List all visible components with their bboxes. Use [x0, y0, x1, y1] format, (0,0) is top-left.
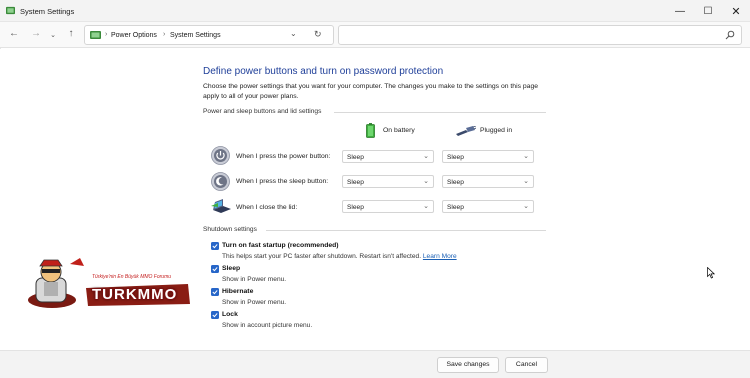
forward-button[interactable]: →: [29, 28, 43, 39]
recent-locations-button[interactable]: ⌄: [46, 31, 60, 39]
watermark-tagline: Türkiye'nin En Büyük MMO Forumu: [92, 274, 172, 280]
select-value: Sleep: [347, 153, 364, 161]
plugged-in-column-header: Plugged in: [480, 127, 513, 134]
battery-icon: [366, 123, 375, 138]
select-value: Sleep: [447, 153, 464, 161]
close-lid-battery-select[interactable]: Sleep ⌄: [342, 200, 434, 213]
breadcrumb-separator: ›: [105, 31, 108, 38]
window-title: System Settings: [20, 7, 75, 16]
address-toolbar: ← → ⌄ ↑ › Power Options › System Setting…: [0, 22, 750, 48]
power-button-plugged-select[interactable]: Sleep ⌄: [442, 150, 534, 163]
breadcrumb-system-settings[interactable]: System Settings: [170, 32, 221, 39]
select-value: Sleep: [347, 178, 364, 186]
power-button-label: When I press the power button:: [236, 153, 331, 160]
chevron-down-icon: ⌄: [423, 153, 429, 160]
maximize-button[interactable]: ☐: [694, 0, 722, 22]
control-panel-icon: [6, 6, 15, 15]
close-button[interactable]: ✕: [722, 0, 750, 22]
fast-startup-description-text: This helps start your PC faster after sh…: [222, 253, 422, 260]
learn-more-link[interactable]: Learn More: [423, 253, 457, 260]
section-divider: [266, 230, 546, 231]
hibernate-checkbox[interactable]: [211, 288, 219, 296]
cancel-button[interactable]: Cancel: [505, 357, 548, 373]
select-value: Sleep: [447, 203, 464, 211]
search-icon[interactable]: [725, 30, 735, 40]
chevron-down-icon: ⌄: [523, 178, 529, 185]
plug-icon: [456, 126, 476, 136]
fast-startup-description: This helps start your PC faster after sh…: [222, 253, 457, 260]
refresh-button[interactable]: ↻: [314, 29, 322, 40]
power-button-battery-select[interactable]: Sleep ⌄: [342, 150, 434, 163]
fast-startup-label[interactable]: Turn on fast startup (recommended): [222, 242, 339, 249]
address-dropdown-button[interactable]: ⌄: [290, 29, 297, 38]
on-battery-column-header: On battery: [383, 127, 415, 134]
breadcrumb-separator: ›: [163, 31, 166, 38]
lock-checkbox[interactable]: [211, 311, 219, 319]
select-value: Sleep: [447, 178, 464, 186]
select-value: Sleep: [347, 203, 364, 211]
search-input[interactable]: [338, 25, 742, 45]
turkmmo-watermark: Türkiye'nin En Büyük MMO Forumu TURKMMO: [22, 254, 192, 312]
title-bar: System Settings — ☐ ✕: [0, 0, 750, 22]
breadcrumb-power-options[interactable]: Power Options: [111, 32, 157, 39]
chevron-down-icon: ⌄: [523, 153, 529, 160]
power-section-title: Power and sleep buttons and lid settings: [203, 108, 322, 115]
sleep-button-label: When I press the sleep button:: [236, 178, 329, 185]
laptop-lid-icon: [211, 199, 231, 213]
sleep-label[interactable]: Sleep: [222, 265, 240, 272]
sleep-button-icon: [211, 172, 230, 191]
chevron-down-icon: ⌄: [423, 178, 429, 185]
hibernate-description: Show in Power menu.: [222, 299, 287, 306]
sleep-checkbox[interactable]: [211, 265, 219, 273]
hibernate-label[interactable]: Hibernate: [222, 288, 253, 295]
mascot-icon: [28, 258, 84, 308]
checkmark-icon: [212, 290, 218, 295]
sleep-button-battery-select[interactable]: Sleep ⌄: [342, 175, 434, 188]
save-changes-button[interactable]: Save changes: [437, 357, 499, 373]
close-lid-plugged-select[interactable]: Sleep ⌄: [442, 200, 534, 213]
close-lid-label: When I close the lid:: [236, 204, 298, 211]
back-button[interactable]: ←: [7, 28, 21, 39]
watermark-brand: TURKMMO: [92, 286, 178, 303]
footer-bar: Save changes Cancel: [0, 350, 750, 378]
chevron-down-icon: ⌄: [523, 203, 529, 210]
chevron-down-icon: ⌄: [423, 203, 429, 210]
power-button-icon: [211, 146, 230, 165]
page-title: Define power buttons and turn on passwor…: [203, 66, 444, 77]
sleep-description: Show in Power menu.: [222, 276, 287, 283]
control-panel-icon: [90, 31, 101, 39]
mouse-cursor-icon: [707, 267, 715, 279]
section-divider: [334, 112, 546, 113]
checkmark-icon: [212, 267, 218, 272]
up-button[interactable]: ↑: [64, 28, 78, 39]
lock-description: Show in account picture menu.: [222, 322, 313, 329]
sleep-button-plugged-select[interactable]: Sleep ⌄: [442, 175, 534, 188]
checkmark-icon: [212, 313, 218, 318]
page-description: Choose the power settings that you want …: [203, 83, 539, 100]
minimize-button[interactable]: —: [666, 0, 694, 22]
shutdown-section-title: Shutdown settings: [203, 226, 257, 233]
address-bar[interactable]: › Power Options › System Settings ⌄ ↻: [84, 25, 334, 45]
checkmark-icon: [212, 244, 218, 249]
fast-startup-checkbox[interactable]: [211, 242, 219, 250]
lock-label[interactable]: Lock: [222, 311, 238, 318]
